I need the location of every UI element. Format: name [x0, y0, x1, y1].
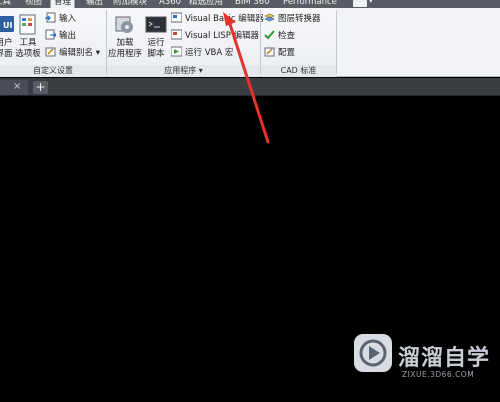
tab-performance[interactable]: Performance	[283, 0, 337, 8]
run-macro-icon	[171, 46, 182, 57]
layer-translator-button[interactable]: 图层转换器	[264, 12, 321, 27]
watermark-url: ZIXUE.3D66.COM	[402, 370, 475, 379]
chevron-down-icon[interactable]: ▾	[369, 0, 373, 5]
load-application-label-2: 应用程序	[108, 49, 143, 59]
run-script-icon	[145, 16, 167, 33]
import-label: 输入	[59, 14, 77, 24]
run-vba-macro-label: 运行 VBA 宏	[185, 48, 234, 58]
chevron-down-icon: ▾	[198, 66, 203, 75]
panel-divider	[336, 10, 337, 74]
export-icon	[45, 29, 56, 40]
check-label: 检查	[278, 31, 296, 41]
run-script-button[interactable]: 运行 脚本	[144, 14, 168, 60]
tool-palettes-label-1: 工具	[19, 38, 37, 48]
tab-bim360[interactable]: BIM 360	[235, 0, 270, 8]
tab-view[interactable]: 视图	[25, 0, 42, 8]
tool-palettes-button[interactable]: 工具 选项板	[14, 14, 42, 60]
document-tab-bar: × +	[0, 78, 500, 96]
load-application-button[interactable]: 加载 应用程序	[108, 14, 142, 60]
watermark-brand: 溜溜自学	[398, 346, 491, 371]
customize-panel-title[interactable]: 自定义设置	[0, 65, 106, 77]
new-tab-button[interactable]: +	[33, 81, 48, 94]
import-icon	[45, 12, 56, 23]
tab-tools[interactable]: 工具	[0, 0, 11, 8]
svg-text:UI: UI	[3, 21, 12, 30]
applications-panel-title-text: 应用程序	[164, 66, 197, 75]
tab-manage[interactable]: 管理	[50, 0, 76, 8]
check-button[interactable]: 检查	[264, 29, 295, 44]
run-script-label-1: 运行	[147, 38, 165, 48]
watermark-logo-icon	[354, 334, 392, 372]
visual-basic-editor-button[interactable]: Visual Basic 编辑器	[171, 12, 264, 27]
tool-palettes-icon	[19, 14, 36, 35]
visual-basic-icon	[171, 12, 182, 23]
user-interface-button[interactable]: UI 用户 界面	[0, 14, 15, 60]
ribbon-empty-area	[336, 8, 500, 76]
watermark: 溜溜自学 ZIXUE.3D66.COM	[352, 326, 489, 392]
user-interface-label-2: 界面	[0, 49, 13, 59]
user-interface-icon: UI	[0, 16, 14, 32]
load-application-label-1: 加载	[116, 38, 134, 48]
tab-output[interactable]: 输出	[86, 0, 103, 8]
cad-standards-panel-title[interactable]: CAD 标准	[261, 65, 336, 77]
import-button[interactable]: 输入	[45, 12, 76, 27]
configure-label: 配置	[278, 48, 296, 58]
plus-icon: +	[35, 80, 46, 94]
layer-translator-icon	[264, 13, 275, 22]
configure-button[interactable]: 配置	[264, 46, 295, 61]
configure-icon	[264, 47, 275, 57]
load-application-icon	[115, 16, 133, 33]
visual-lisp-editor-label: Visual LISP 编辑器	[185, 31, 260, 41]
tab-a360[interactable]: A360	[159, 0, 181, 8]
applications-panel-title[interactable]: 应用程序 ▾	[107, 65, 260, 77]
export-button[interactable]: 输出	[45, 29, 76, 44]
ribbon-options-button[interactable]	[353, 0, 367, 7]
tab-addins[interactable]: 附加模块	[113, 0, 147, 8]
chevron-down-icon: ▾	[95, 48, 100, 58]
visual-lisp-editor-button[interactable]: Visual LISP 编辑器	[171, 29, 259, 44]
tool-palettes-label-2: 选项板	[15, 49, 41, 59]
edit-aliases-button[interactable]: 编辑别名 ▾	[45, 46, 100, 61]
visual-basic-editor-label: Visual Basic 编辑器	[185, 14, 264, 24]
tab-featured-apps[interactable]: 精选应用	[189, 0, 223, 8]
layer-translator-label: 图层转换器	[278, 14, 321, 24]
checkmark-icon	[264, 30, 275, 40]
user-interface-label-1: 用户	[0, 38, 13, 48]
close-icon[interactable]: ×	[13, 81, 21, 92]
edit-aliases-label: 编辑别名	[59, 48, 94, 58]
run-vba-macro-button[interactable]: 运行 VBA 宏	[171, 46, 233, 61]
document-tab[interactable]: ×	[0, 80, 28, 95]
run-script-label-2: 脚本	[147, 49, 165, 59]
ribbon-panel-area: UI 用户 界面 工具 选项板 输入 输出 编辑别名 ▾ 自定义设置 加载 应用…	[0, 8, 500, 77]
visual-lisp-icon	[171, 29, 182, 40]
ribbon-tab-bar: 工具 视图 管理 输出 附加模块 A360 精选应用 BIM 360 Perfo…	[0, 0, 500, 8]
edit-aliases-icon	[45, 47, 56, 57]
export-label: 输出	[59, 31, 77, 41]
